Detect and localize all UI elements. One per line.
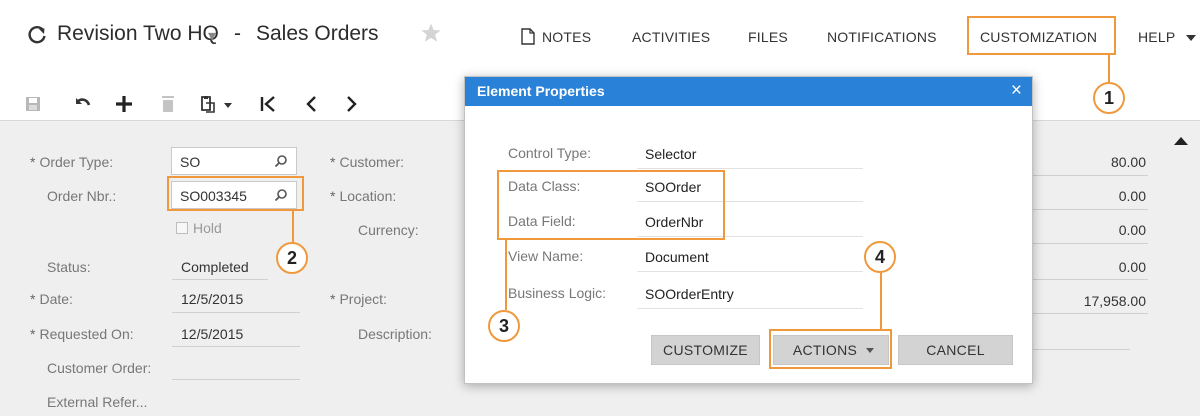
callout-1-connector <box>1108 54 1110 82</box>
menu-notes[interactable]: NOTES <box>542 29 591 45</box>
dialog-header: Element Properties × <box>465 77 1032 106</box>
requested-on-label: * Requested On: <box>30 326 134 342</box>
page-title: Sales Orders <box>256 22 379 45</box>
menu-notifications[interactable]: NOTIFICATIONS <box>827 29 937 45</box>
customer-order-label: Customer Order: <box>47 360 152 376</box>
first-record-icon[interactable] <box>257 93 279 115</box>
order-type-selector[interactable]: SO <box>171 147 297 175</box>
location-label: * Location: <box>330 188 397 204</box>
callout-3-connector <box>505 238 507 310</box>
help-caret-icon[interactable] <box>1186 35 1196 41</box>
date-label: * Date: <box>30 291 73 307</box>
callout-2-connector <box>292 209 294 243</box>
total-value: 0.00 <box>1118 222 1146 238</box>
star-icon[interactable] <box>420 22 442 44</box>
total-value: 0.00 <box>1118 188 1146 204</box>
control-type-value: Selector <box>645 146 697 162</box>
status-label: Status: <box>47 259 91 275</box>
scroll-up-icon[interactable] <box>1174 137 1188 145</box>
notes-icon <box>521 28 535 45</box>
search-icon[interactable] <box>274 154 288 168</box>
status-value: Completed <box>181 259 249 275</box>
customization-highlight <box>967 16 1116 55</box>
hold-label: Hold <box>193 220 222 236</box>
callout-1: 1 <box>1093 82 1125 114</box>
control-type-label: Control Type: <box>508 145 592 161</box>
order-nbr-highlight <box>167 176 304 211</box>
company-dropdown-caret[interactable]: ▾ <box>208 26 216 46</box>
customize-button[interactable]: CUSTOMIZE <box>651 335 760 365</box>
data-class-field-highlight <box>497 170 725 240</box>
hold-checkbox[interactable] <box>176 222 188 234</box>
copy-paste-icon[interactable] <box>197 93 219 115</box>
actions-highlight <box>769 329 892 369</box>
view-name-value: Document <box>645 249 709 265</box>
total-value: 80.00 <box>1110 154 1146 170</box>
project-label: * Project: <box>330 291 387 307</box>
callout-2: 2 <box>276 242 308 274</box>
business-logic-label: Business Logic: <box>508 285 607 301</box>
date-value[interactable]: 12/5/2015 <box>181 291 243 307</box>
company-name[interactable]: Revision Two HQ <box>57 22 219 46</box>
previous-record-icon[interactable] <box>301 93 323 115</box>
close-icon[interactable]: × <box>1011 81 1022 101</box>
requested-on-value[interactable]: 12/5/2015 <box>181 326 243 342</box>
business-logic-value: SOOrderEntry <box>645 286 734 302</box>
total-value: 0.00 <box>1118 259 1146 275</box>
title-separator: - <box>234 22 241 45</box>
customer-label: * Customer: <box>330 154 405 170</box>
add-icon[interactable] <box>113 93 135 115</box>
total-value: 17,958.00 <box>1083 293 1146 309</box>
description-label: Description: <box>358 326 432 342</box>
view-name-label: View Name: <box>508 248 584 264</box>
callout-4: 4 <box>864 241 896 273</box>
dialog-title: Element Properties <box>477 83 605 99</box>
external-ref-label: External Refer... <box>47 394 148 410</box>
menu-help[interactable]: HELP <box>1138 29 1175 45</box>
menu-files[interactable]: FILES <box>748 29 788 45</box>
undo-icon[interactable] <box>72 93 94 115</box>
order-type-label: * Order Type: <box>30 154 114 170</box>
delete-icon[interactable] <box>157 93 179 115</box>
refresh-icon[interactable] <box>26 24 48 46</box>
next-record-icon[interactable] <box>340 93 362 115</box>
cancel-button[interactable]: CANCEL <box>898 335 1013 365</box>
order-nbr-label: Order Nbr.: <box>47 188 117 204</box>
order-type-value: SO <box>180 154 201 170</box>
save-icon[interactable] <box>22 93 44 115</box>
callout-4-connector <box>880 273 882 331</box>
menu-activities[interactable]: ACTIVITIES <box>632 29 710 45</box>
callout-3: 3 <box>488 310 520 342</box>
currency-label: Currency: <box>358 222 419 238</box>
copy-paste-caret-icon[interactable] <box>224 103 232 108</box>
